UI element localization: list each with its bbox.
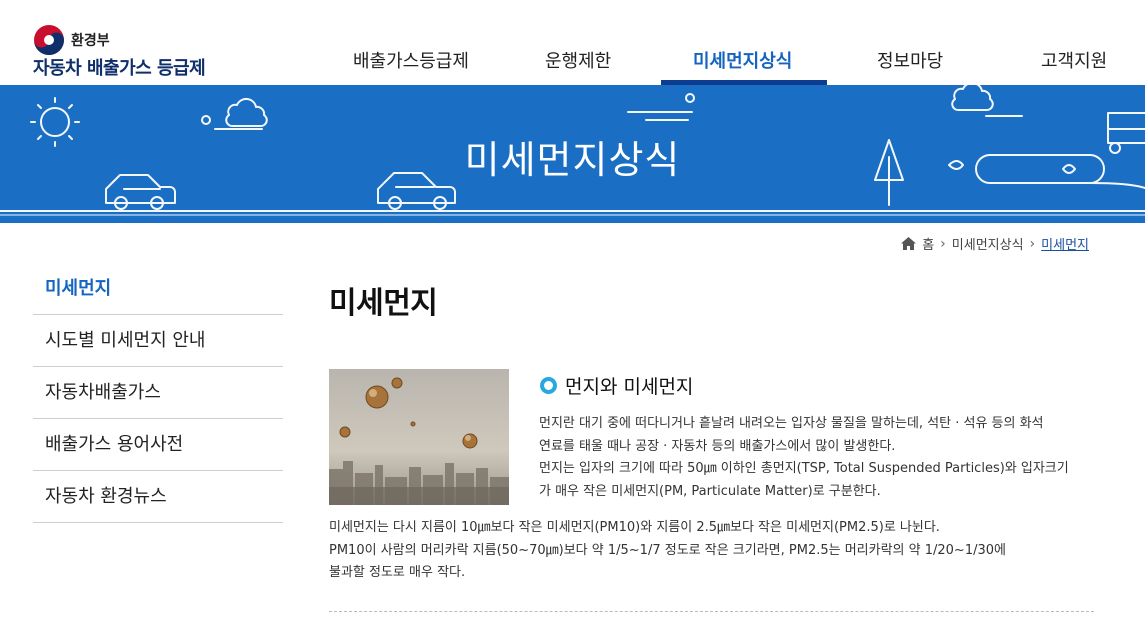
- sidebar-item-eco-news[interactable]: 자동차 환경뉴스: [33, 471, 283, 523]
- breadcrumb-home[interactable]: 홈: [922, 234, 934, 253]
- global-nav: 배출가스등급제 운행제한 미세먼지상식 정보마당 고객지원: [310, 0, 1145, 85]
- chevron-right-icon: ›: [940, 235, 946, 252]
- text-line: 불과할 정도로 매우 작다.: [329, 565, 466, 580]
- sidebar-item-emission-glossary[interactable]: 배출가스 용어사전: [33, 419, 283, 471]
- home-icon[interactable]: [901, 237, 917, 250]
- sidebar-item-fine-dust[interactable]: 미세먼지: [33, 263, 283, 315]
- banner-title: 미세먼지상식: [464, 138, 681, 182]
- fine-dust-illustration: [329, 369, 509, 505]
- gnb-item-info-center[interactable]: 정보마당: [877, 47, 943, 73]
- cloud-icon: [225, 97, 268, 128]
- site-title: 자동차 배출가스 등급제: [33, 58, 206, 79]
- text-line: 먼지는 입자의 크기에 따라 50㎛ 이하인 총먼지(TSP, Total Su…: [539, 461, 1069, 476]
- section-divider: [329, 611, 1094, 612]
- section-heading: 먼지와 미세먼지: [540, 372, 693, 399]
- cloud-icon: [951, 85, 994, 112]
- text-line: 미세먼지는 다시 지름이 10㎛보다 작은 미세먼지(PM10)와 지름이 2.…: [329, 520, 940, 535]
- site-logo[interactable]: 환경부 자동차 배출가스 등급제: [33, 24, 233, 80]
- gnb-item-customer-support[interactable]: 고객지원: [1041, 47, 1107, 73]
- sidebar-item-regional-dust[interactable]: 시도별 미세먼지 안내: [33, 315, 283, 367]
- detail-paragraph: 미세먼지는 다시 지름이 10㎛보다 작은 미세먼지(PM10)와 지름이 2.…: [329, 517, 1089, 585]
- sidebar-item-vehicle-emissions[interactable]: 자동차배출가스: [33, 367, 283, 419]
- taegeuk-emblem-icon: [34, 25, 64, 55]
- gnb-item-emission-grade[interactable]: 배출가스등급제: [353, 47, 469, 73]
- text-line: 가 매우 작은 미세먼지(PM, Particulate Matter)로 구분…: [539, 483, 881, 499]
- breadcrumb: 홈 › 미세먼지상식 › 미세먼지: [901, 234, 1089, 253]
- gnb-item-driving-restriction[interactable]: 운행제한: [545, 47, 611, 73]
- text-line: PM10이 사람의 머리카락 지름(50~70㎛)보다 약 1/5~1/7 정도…: [329, 542, 1006, 558]
- gnb-item-fine-dust-info[interactable]: 미세먼지상식: [693, 47, 792, 73]
- section-title: 먼지와 미세먼지: [565, 376, 694, 398]
- text-line: 연료를 태울 때나 공장 · 자동차 등의 배출가스에서 많이 발생한다.: [539, 438, 896, 454]
- text-line: 먼지란 대기 중에 떠다니거나 흩날려 내려오는 입자상 물질을 말하는데, 석…: [539, 416, 1044, 431]
- page-title: 미세먼지: [329, 286, 438, 321]
- breadcrumb-current[interactable]: 미세먼지: [1041, 234, 1089, 253]
- intro-paragraph: 먼지란 대기 중에 떠다니거나 흩날려 내려오는 입자상 물질을 말하는데, 석…: [539, 413, 1099, 503]
- chevron-right-icon: ›: [1029, 235, 1036, 252]
- site-header: 환경부 자동차 배출가스 등급제 배출가스등급제 운행제한 미세먼지상식 정보마…: [0, 0, 1145, 85]
- bullet-ring-icon: [540, 377, 557, 394]
- breadcrumb-level1[interactable]: 미세먼지상식: [952, 234, 1024, 253]
- ministry-name: 환경부: [71, 33, 110, 49]
- sidebar-menu: 미세먼지 시도별 미세먼지 안내 자동차배출가스 배출가스 용어사전 자동차 환…: [33, 263, 283, 523]
- page-banner: 미세먼지상식: [0, 85, 1145, 223]
